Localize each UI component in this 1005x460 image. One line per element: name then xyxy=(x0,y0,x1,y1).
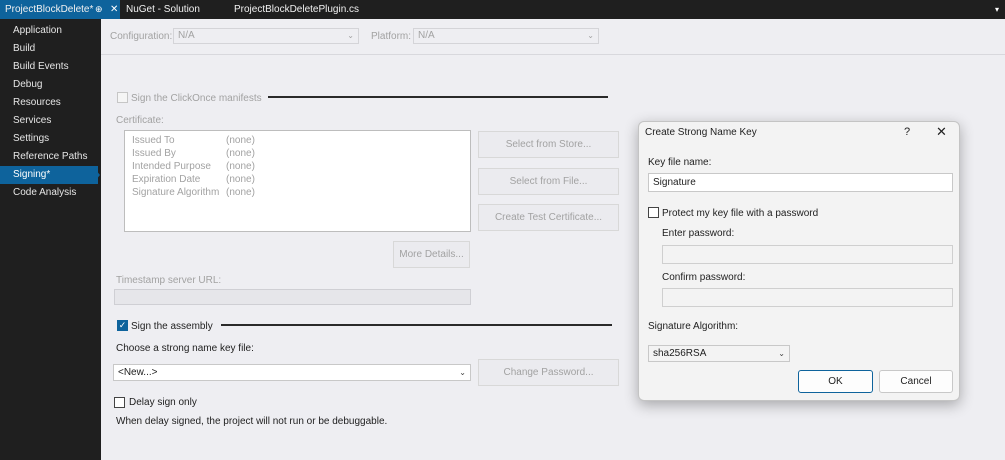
sign-clickonce-checkbox[interactable] xyxy=(117,92,128,103)
more-details-button[interactable]: More Details... xyxy=(393,241,470,268)
protect-password-checkbox[interactable] xyxy=(648,207,659,218)
section-divider xyxy=(268,96,608,98)
help-icon[interactable]: ? xyxy=(904,126,910,138)
nav-item-settings[interactable]: Settings xyxy=(0,130,101,148)
sign-assembly-checkbox[interactable]: ✓ xyxy=(117,320,128,331)
delay-sign-checkbox[interactable] xyxy=(114,397,125,408)
chevron-down-icon: ⌄ xyxy=(778,349,785,358)
key-file-name-input[interactable]: Signature xyxy=(648,173,953,192)
key-file-value: <New...> xyxy=(118,367,158,378)
cert-expiration-date-label: Expiration Date xyxy=(132,174,201,185)
confirm-password-input[interactable] xyxy=(662,288,953,307)
cert-issued-by-label: Issued By xyxy=(132,148,176,159)
protect-password-label: Protect my key file with a password xyxy=(662,208,819,219)
timestamp-url-label: Timestamp server URL: xyxy=(116,275,222,286)
nav-item-build[interactable]: Build xyxy=(0,40,101,58)
platform-label: Platform: xyxy=(371,31,412,42)
cert-issued-to-label: Issued To xyxy=(132,135,175,146)
close-icon[interactable]: ✕ xyxy=(110,0,118,19)
platform-value: N/A xyxy=(418,30,435,41)
timestamp-url-input[interactable] xyxy=(114,289,471,305)
select-from-file-button[interactable]: Select from File... xyxy=(478,168,619,195)
key-file-name-label: Key file name: xyxy=(648,157,712,168)
pin-icon[interactable]: ⊕ xyxy=(95,0,103,19)
nav-item-code-analysis[interactable]: Code Analysis xyxy=(0,184,101,202)
tab-overflow-dropdown-icon[interactable]: ▾ xyxy=(995,0,999,19)
tab-label: ProjectBlockDelete* xyxy=(5,4,94,15)
signature-algorithm-select[interactable]: sha256RSA ⌄ xyxy=(648,345,790,362)
delay-sign-label: Delay sign only xyxy=(129,397,197,408)
create-test-certificate-button[interactable]: Create Test Certificate... xyxy=(478,204,619,231)
change-password-button[interactable]: Change Password... xyxy=(478,359,619,386)
nav-item-services[interactable]: Services xyxy=(0,112,101,130)
chevron-down-icon: ⌄ xyxy=(459,368,466,377)
selected-pointer xyxy=(95,169,100,181)
certificate-details-box: Issued To (none) Issued By (none) Intend… xyxy=(124,130,471,232)
chevron-down-icon: ⌄ xyxy=(587,31,594,40)
create-strong-name-key-dialog: Create Strong Name Key ? ✕ Key file name… xyxy=(638,121,960,401)
nav-item-debug[interactable]: Debug xyxy=(0,76,101,94)
cancel-button[interactable]: Cancel xyxy=(879,370,953,393)
tab-nuget-solution[interactable]: NuGet - Solution xyxy=(126,0,200,19)
cert-issued-to-value: (none) xyxy=(226,135,255,146)
tab-label: NuGet - Solution xyxy=(126,4,200,15)
nav-item-signing[interactable]: Signing* xyxy=(0,166,98,184)
document-tab-strip: ProjectBlockDelete* ⊕ ✕ NuGet - Solution… xyxy=(0,0,1005,19)
dialog-title: Create Strong Name Key xyxy=(645,127,757,138)
platform-select[interactable]: N/A ⌄ xyxy=(413,28,599,44)
tab-label: ProjectBlockDeletePlugin.cs xyxy=(234,4,360,15)
configuration-select[interactable]: N/A ⌄ xyxy=(173,28,359,44)
cert-intended-purpose-label: Intended Purpose xyxy=(132,161,211,172)
sign-assembly-label: Sign the assembly xyxy=(131,321,213,332)
configuration-bar: Configuration: N/A ⌄ Platform: N/A ⌄ xyxy=(101,19,1005,55)
enter-password-input[interactable] xyxy=(662,245,953,264)
tab-projectblockdeleteplugin[interactable]: ProjectBlockDeletePlugin.cs xyxy=(234,0,359,19)
property-pages-nav: Application Build Build Events Debug Res… xyxy=(0,19,101,460)
configuration-value: N/A xyxy=(178,30,195,41)
nav-item-resources[interactable]: Resources xyxy=(0,94,101,112)
ok-button[interactable]: OK xyxy=(798,370,873,393)
cert-signature-algorithm-value: (none) xyxy=(226,187,255,198)
confirm-password-label: Confirm password: xyxy=(662,272,746,283)
choose-key-file-label: Choose a strong name key file: xyxy=(116,343,254,354)
cert-signature-algorithm-label: Signature Algorithm xyxy=(132,187,220,198)
signature-algorithm-value: sha256RSA xyxy=(653,348,707,359)
cert-expiration-date-value: (none) xyxy=(226,174,255,185)
nav-item-build-events[interactable]: Build Events xyxy=(0,58,101,76)
certificate-label: Certificate: xyxy=(116,115,164,126)
cert-intended-purpose-value: (none) xyxy=(226,161,255,172)
close-icon[interactable]: ✕ xyxy=(936,124,947,140)
nav-item-reference-paths[interactable]: Reference Paths xyxy=(0,148,101,166)
select-from-store-button[interactable]: Select from Store... xyxy=(478,131,619,158)
cert-issued-by-value: (none) xyxy=(226,148,255,159)
chevron-down-icon: ⌄ xyxy=(347,31,354,40)
sign-clickonce-label: Sign the ClickOnce manifests xyxy=(131,93,262,104)
configuration-label: Configuration: xyxy=(110,31,173,42)
enter-password-label: Enter password: xyxy=(662,228,735,239)
signature-algorithm-label: Signature Algorithm: xyxy=(648,321,739,332)
section-divider xyxy=(221,324,612,326)
nav-item-application[interactable]: Application xyxy=(0,22,101,40)
strong-name-key-file-select[interactable]: <New...> ⌄ xyxy=(113,364,471,381)
delay-sign-note: When delay signed, the project will not … xyxy=(116,416,388,427)
